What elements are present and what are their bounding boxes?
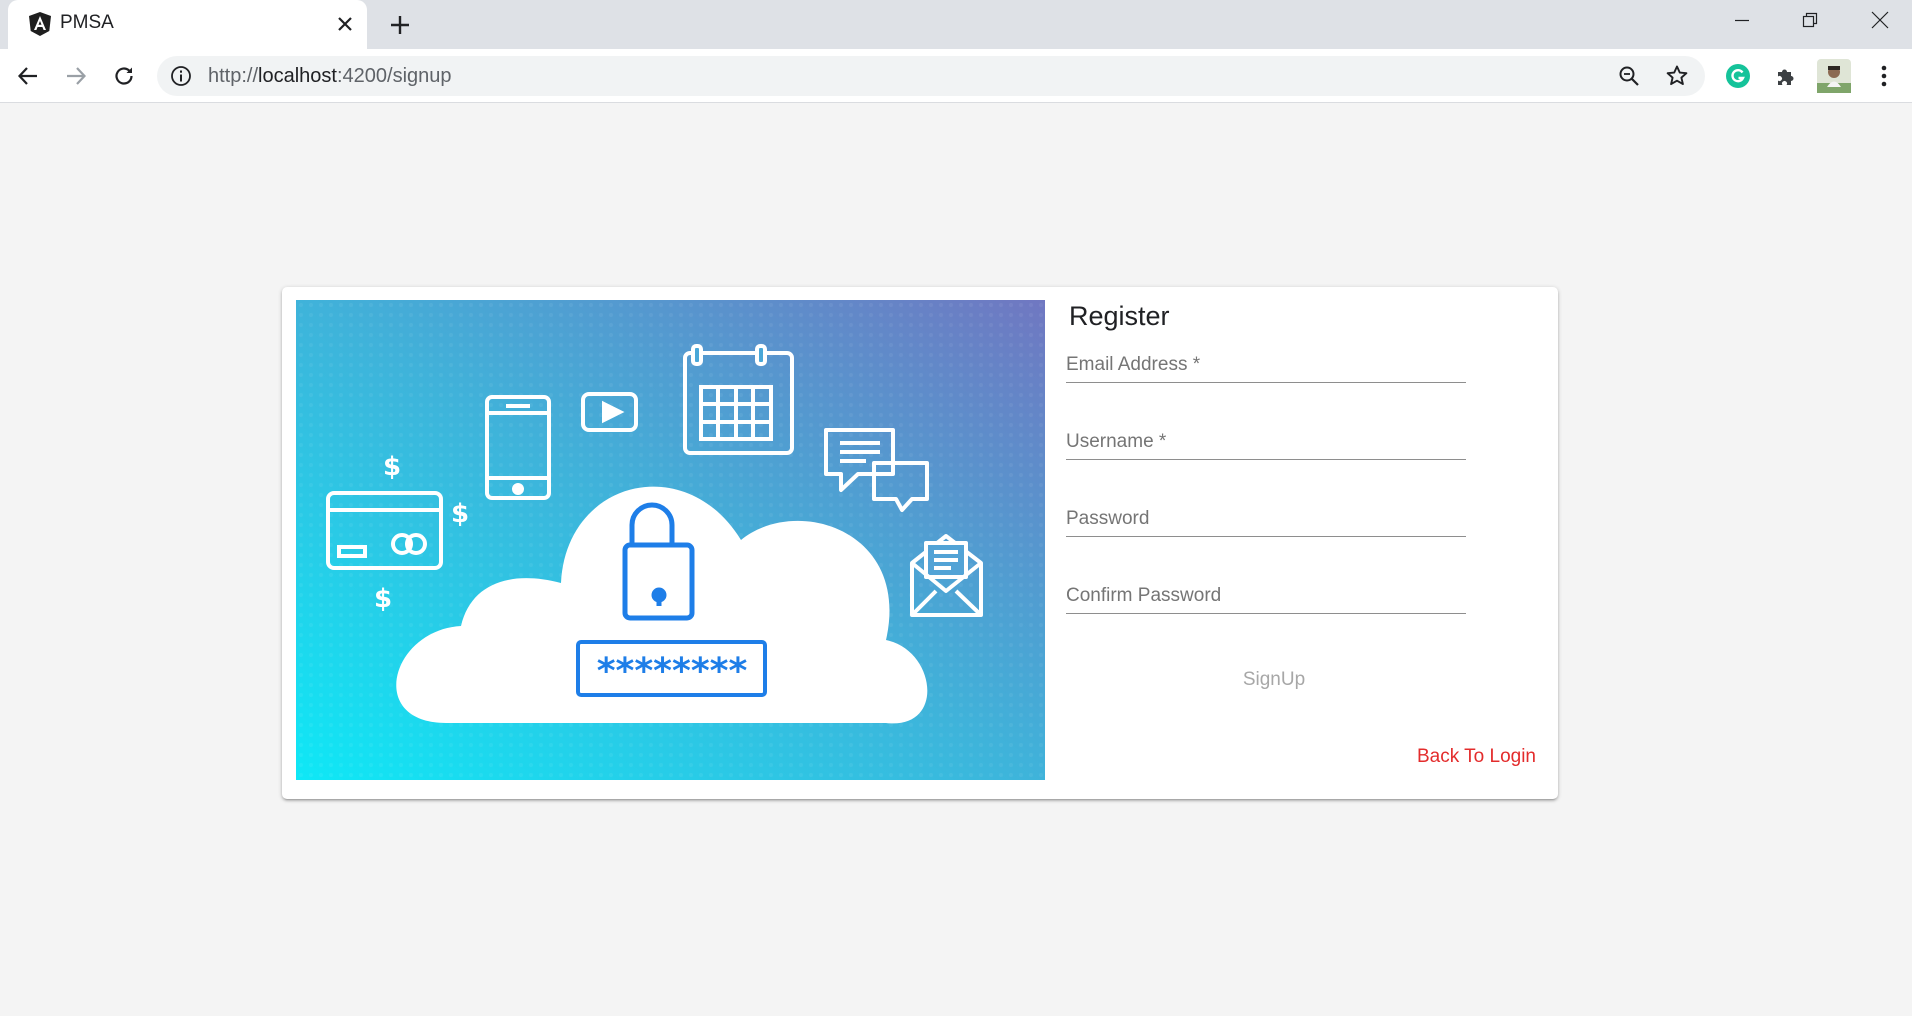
svg-text:$: $	[383, 452, 401, 482]
confirm-password-input[interactable]	[1066, 558, 1466, 614]
zoom-icon[interactable]	[1615, 62, 1643, 90]
star-icon[interactable]	[1663, 62, 1691, 90]
tab-title: PMSA	[60, 12, 114, 33]
restore-icon[interactable]	[1776, 0, 1844, 40]
kebab-menu-icon[interactable]	[1866, 58, 1902, 94]
email-field	[1066, 327, 1466, 387]
password-mask: ********	[597, 651, 748, 692]
back-icon[interactable]	[8, 56, 48, 96]
password-field	[1066, 481, 1466, 541]
avatar[interactable]	[1816, 58, 1852, 94]
tab-strip: PMSA	[0, 0, 1912, 49]
minimize-icon[interactable]	[1708, 0, 1776, 40]
angular-icon	[26, 10, 54, 38]
grammarly-icon[interactable]	[1720, 58, 1756, 94]
forward-icon[interactable]	[56, 56, 96, 96]
url-path: :4200/signup	[336, 65, 452, 87]
address-bar[interactable]: http://localhost:4200/signup	[157, 56, 1705, 96]
browser-toolbar: http://localhost:4200/signup	[0, 49, 1912, 103]
puzzle-icon[interactable]	[1768, 58, 1804, 94]
browser-tab[interactable]: PMSA	[8, 0, 367, 49]
reload-icon[interactable]	[104, 56, 144, 96]
register-card: ******** $ $ $ Register Email Address * …	[282, 287, 1558, 799]
close-icon[interactable]	[330, 9, 360, 39]
info-icon[interactable]	[169, 64, 193, 88]
password-field-icon: ********	[576, 640, 767, 697]
url-text[interactable]: http://localhost:4200/signup	[208, 65, 452, 88]
svg-text:$: $	[374, 584, 392, 614]
plus-icon[interactable]	[382, 7, 418, 43]
back-to-login-link[interactable]: Back To Login	[1411, 746, 1536, 768]
email-input[interactable]	[1066, 327, 1466, 383]
username-field	[1066, 404, 1466, 464]
signup-button[interactable]: SignUp	[1066, 658, 1482, 702]
username-input[interactable]	[1066, 404, 1466, 460]
svg-text:$: $	[451, 499, 469, 529]
url-host: localhost	[258, 65, 337, 87]
confirm-password-field	[1066, 558, 1466, 618]
password-input[interactable]	[1066, 481, 1466, 537]
window-close-icon[interactable]	[1846, 0, 1912, 40]
security-illustration: ******** $ $ $	[296, 300, 1045, 780]
register-form: Register SignUp Back To Login	[1066, 287, 1536, 799]
url-scheme: http://	[208, 65, 259, 87]
